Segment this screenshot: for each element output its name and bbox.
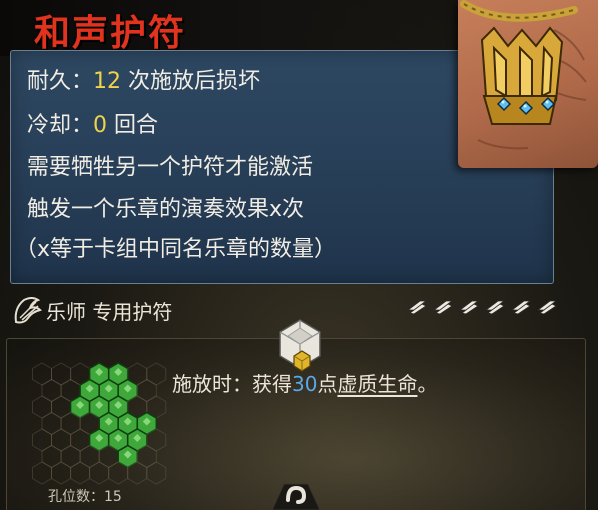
- rarity-pip-icon: [458, 300, 480, 315]
- musician-lyre-icon: [14, 297, 42, 324]
- cooldown-line: 冷却：0 回合: [27, 107, 158, 139]
- slot-empty: [89, 461, 110, 485]
- durability-suffix: 次施放后损坏: [121, 69, 261, 94]
- trigger-line: 触发一个乐章的演奏效果x次: [27, 197, 305, 222]
- keyword-link[interactable]: 虚质生命: [337, 372, 417, 396]
- durability-label: 耐久：: [27, 69, 94, 94]
- rarity-pip-icon: [484, 300, 506, 315]
- cast-mid: 点: [317, 372, 338, 396]
- rarity-pip-icon: [510, 300, 532, 315]
- trigger-note-line: （x等于卡组中同名乐章的数量）: [15, 237, 337, 262]
- rarity-pip-icon: [536, 300, 558, 315]
- slot-empty: [127, 461, 148, 485]
- cast-suffix: 。: [417, 372, 438, 396]
- slot-count: 孔位数：15: [48, 489, 122, 505]
- charm-title: 和声护符: [34, 12, 187, 54]
- slot-empty: [108, 461, 129, 485]
- slot-empty: [70, 461, 91, 485]
- requirement-line: 需要牺牲另一个护符才能激活: [27, 155, 314, 180]
- title-banner: 和声护符: [0, 0, 470, 56]
- crystal-cube-icon: [279, 319, 321, 372]
- charm-tooltip: 和声护符 耐久：12 次施放后损坏 冷却：0 回合 需要牺牲另一个护符才能激活 …: [0, 0, 598, 510]
- rarity-pip-icon: [406, 300, 428, 315]
- slot-empty: [51, 461, 72, 485]
- rarity-pip-icon: [432, 300, 454, 315]
- rarity-row: [406, 298, 558, 316]
- cast-prefix: 施放时：获得: [172, 372, 292, 396]
- cast-amount: 30: [292, 372, 318, 396]
- durability-value: 12: [93, 69, 122, 94]
- golden-harmony-charm-icon: [458, 0, 598, 168]
- slot-empty: [146, 461, 167, 485]
- cooldown-value: 0: [93, 113, 108, 138]
- cooldown-label: 冷却：: [27, 113, 94, 138]
- hook-glyph-icon: [271, 483, 321, 510]
- class-label: 乐师 专用护符: [46, 300, 173, 324]
- slot-empty: [32, 461, 52, 485]
- cast-effect-text: 施放时：获得30点虚质生命。: [172, 368, 437, 397]
- cooldown-suffix: 回合: [107, 113, 159, 138]
- slot-hex-grid: [32, 362, 167, 485]
- durability-line: 耐久：12 次施放后损坏: [27, 63, 260, 95]
